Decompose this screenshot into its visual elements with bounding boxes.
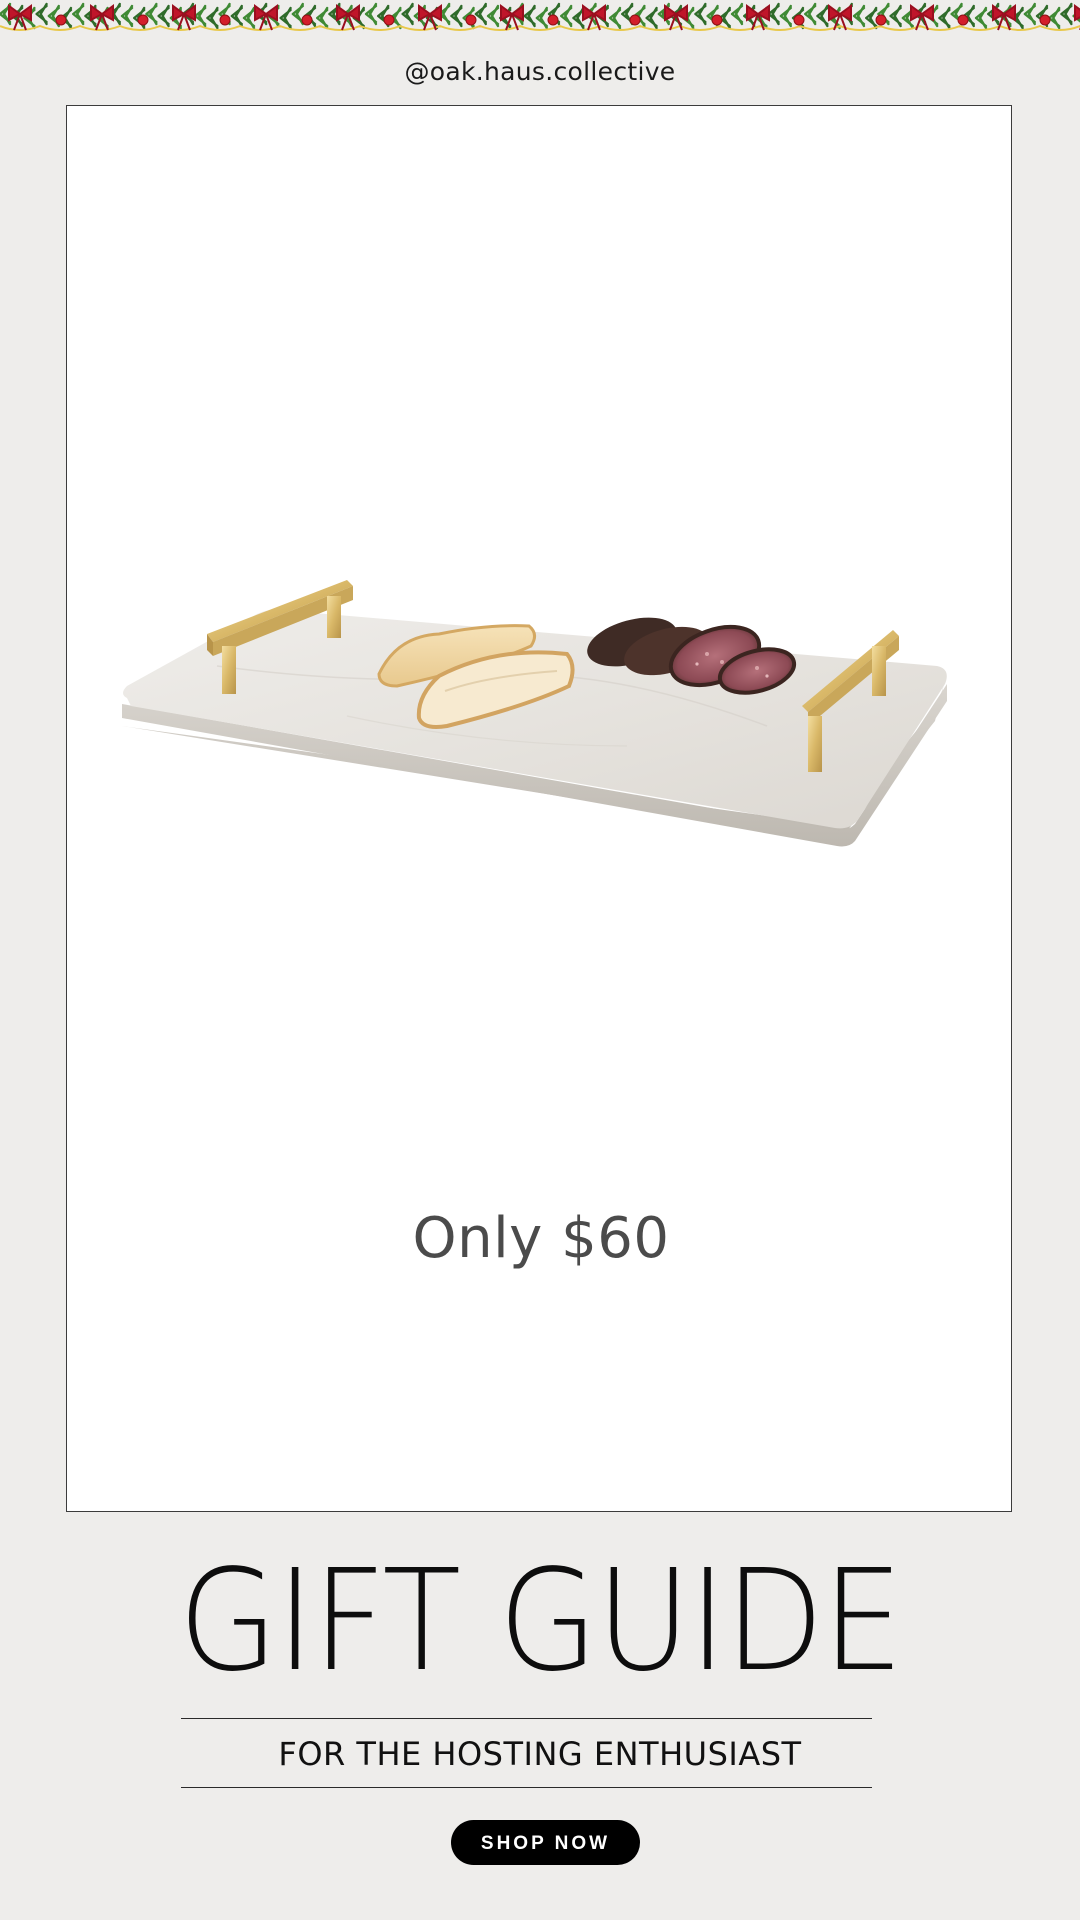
garland-needle [523,4,536,28]
garland-needle [816,4,829,28]
garland-ornament [301,14,313,26]
garland-needle [120,4,134,28]
garland-needle [157,4,170,28]
garland-bow [254,4,278,31]
garland-needle [779,4,792,28]
gift-guide-subtitle: FOR THE HOSTING ENTHUSIAST [278,1735,802,1773]
gift-guide-title: GIFT GUIDE [178,1540,903,1703]
product-card[interactable]: Only $60 [66,105,1012,1512]
garland-needle [535,6,548,30]
garland-needle [865,6,878,30]
garland-needle [804,2,817,26]
garland-ornament [875,14,887,26]
garland-needle [242,6,256,30]
garland-needle [767,2,780,26]
garland-bow [172,4,196,31]
garland-needle [1060,2,1073,26]
divider-top [181,1718,872,1719]
garland-ornament [55,14,67,26]
garland-needle [316,6,329,30]
garland-needle [72,2,85,26]
garland-needle [1023,2,1036,26]
marble-serving-board-image [122,580,947,847]
garland-needle [730,2,744,26]
garland-needle [364,2,378,26]
garland-needle [401,2,414,26]
garland-needle [450,4,463,28]
divider-bottom [181,1787,872,1788]
garland-needle [35,2,48,26]
garland-needle [279,6,292,30]
garland-needle [694,2,707,26]
garland-needle [1048,6,1061,30]
garland-needle [206,6,219,30]
garland-ornament [957,14,969,26]
garland-ornament [1039,14,1051,26]
garland-ornament [711,14,723,26]
garland-needle [474,2,487,26]
garland-ornament [383,14,395,26]
shop-now-button[interactable]: SHOP NOW [451,1820,640,1865]
garland-needle [560,4,573,28]
christmas-garland-decoration [0,2,1080,31]
garland-needle [938,6,951,30]
garland-needle [230,4,243,28]
garland-ornament [219,14,231,26]
garland-ornament [547,14,559,26]
garland-needle [645,6,658,30]
garland-needle [974,6,988,30]
garland-ornament [465,14,477,26]
garland-needle [889,4,902,28]
garland-needle [291,2,304,26]
garland-needle [486,4,500,28]
garland-needle [852,4,866,28]
account-handle: @oak.haus.collective [404,57,676,86]
garland-ornament [137,14,149,26]
garland-ornament [629,14,641,26]
price-label: Only $60 [412,1206,670,1271]
garland-needle [572,6,585,30]
garland-needle [194,4,207,28]
garland-needle [608,6,622,30]
garland-ornament [793,14,805,26]
